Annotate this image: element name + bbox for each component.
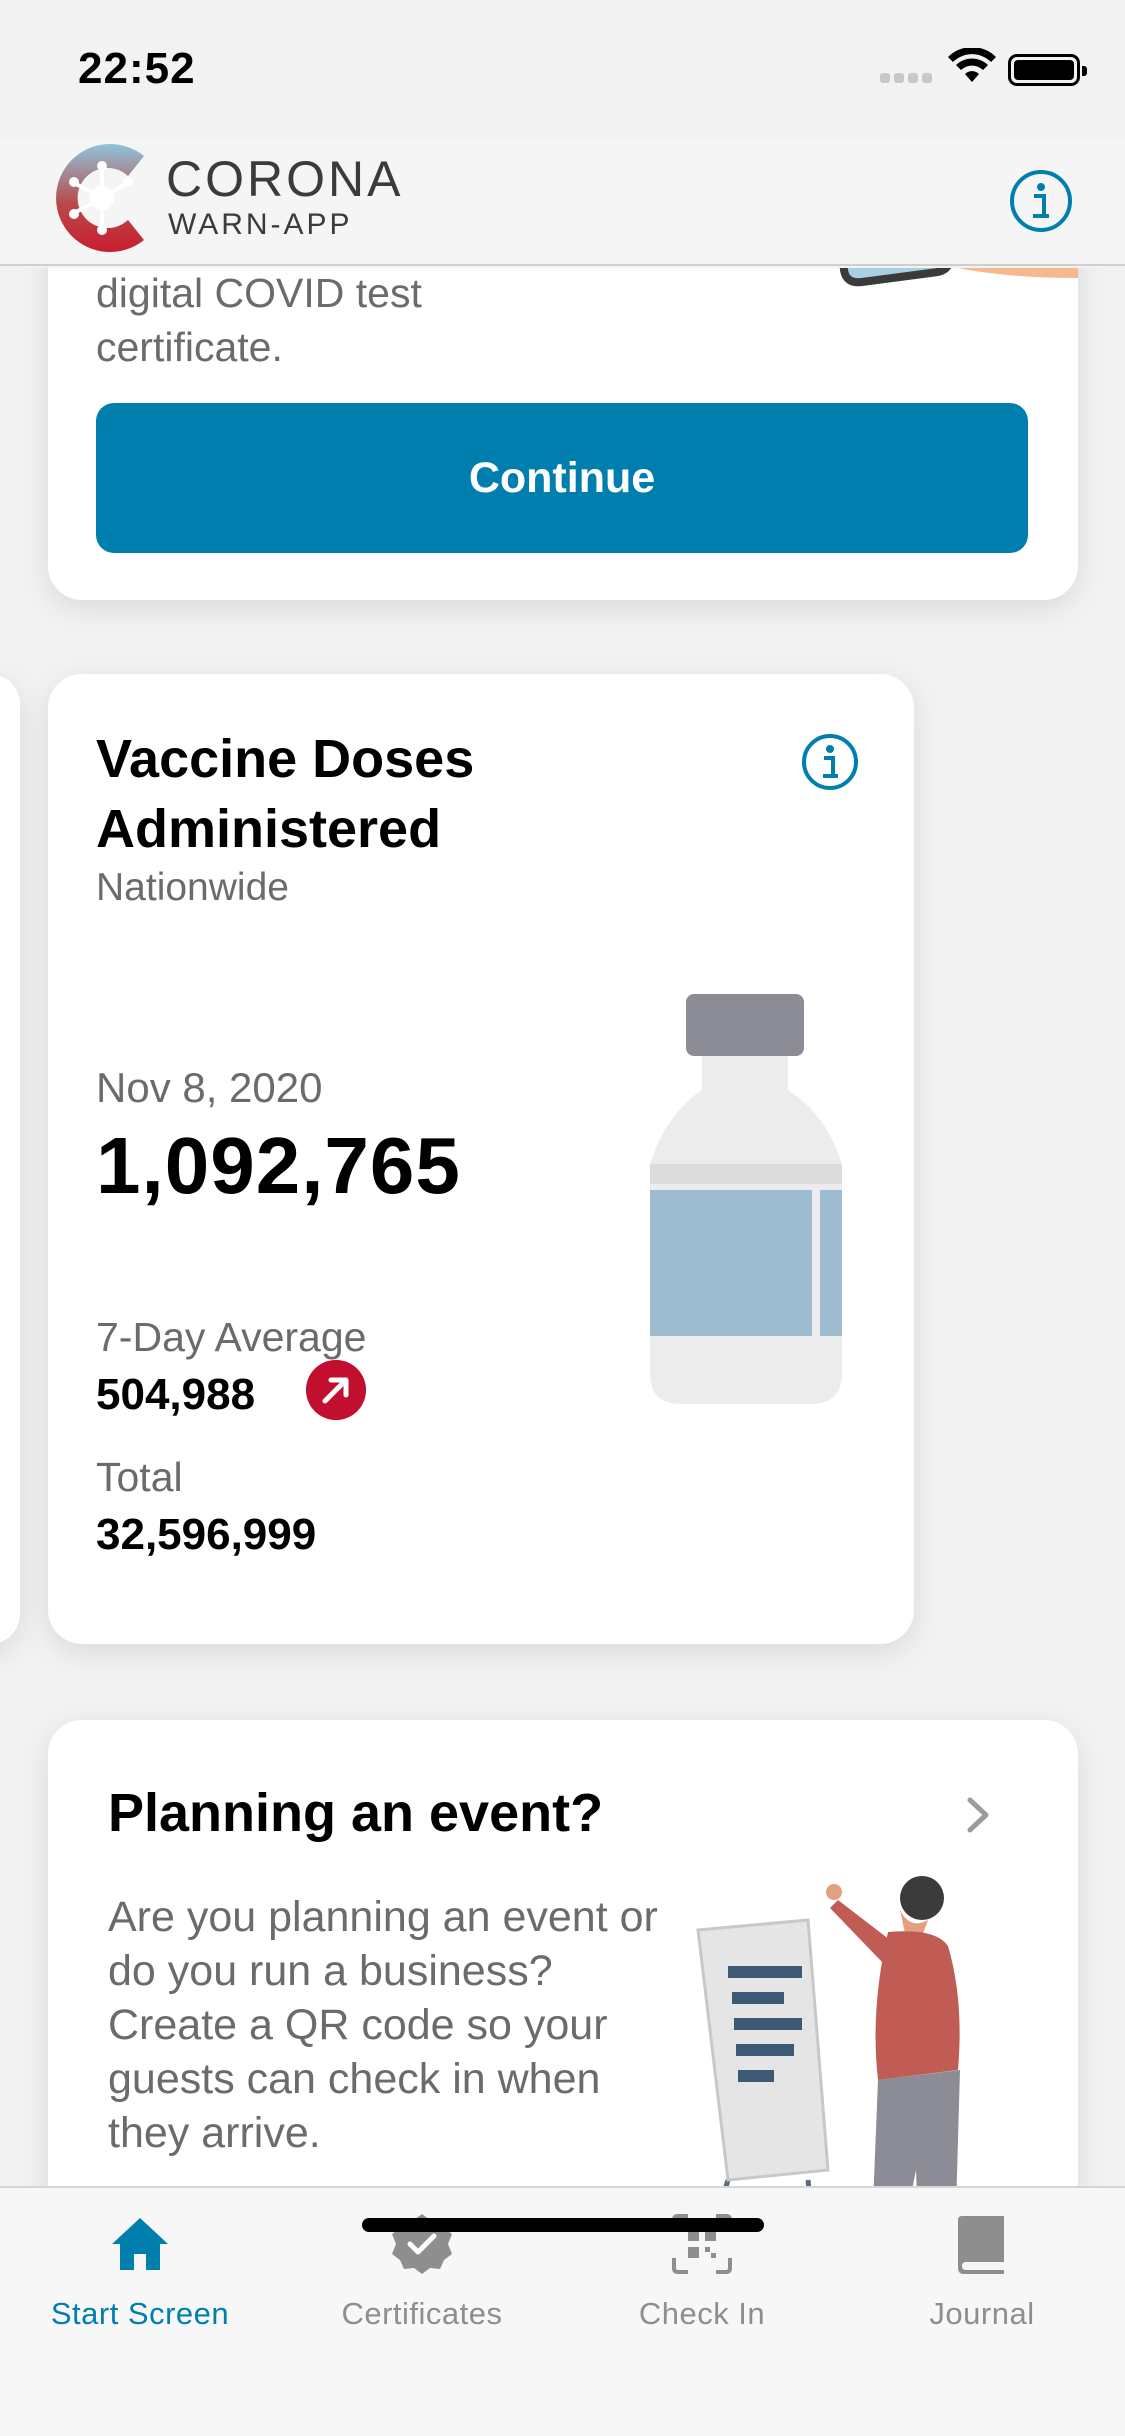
presenter-flipchart-illustration-icon [696,1876,960,2186]
event-card-title: Planning an event? [108,1783,604,1843]
planning-event-card[interactable]: Planning an event? Are you planning an e… [48,1720,1078,2186]
chevron-right-icon [967,1797,989,1833]
app-name-line2: WARN-APP [168,208,353,241]
vaccine-date: Nov 8, 2020 [96,1064,323,1111]
home-scroll-view[interactable]: digital COVID test certificate. Continue… [0,268,1125,2186]
total-label: Total [96,1454,183,1500]
battery-icon [1008,54,1087,86]
tab-label: Journal [929,2296,1035,2331]
tab-label: Certificates [341,2296,503,2331]
statistics-card-previous[interactable] [0,674,20,1644]
app-name-line1: CORONA [166,151,404,207]
test-certificate-card: digital COVID test certificate. Continue [48,268,1078,600]
info-icon[interactable] [800,732,860,792]
seven-day-average-value: 504,988 [96,1370,256,1419]
status-bar: 22:52 [0,0,1125,140]
home-icon [112,2218,168,2270]
tab-journal[interactable]: Journal [862,2212,1102,2332]
card-description-line1: digital COVID test [96,270,422,316]
tab-label: Start Screen [50,2296,230,2331]
continue-button[interactable]: Continue [96,403,1028,553]
vaccine-daily-value: 1,092,765 [96,1121,461,1210]
vaccine-card-subtitle: Nationwide [96,866,289,909]
home-indicator[interactable] [362,2218,764,2232]
vaccine-card-title: Vaccine Doses Administered [96,729,475,859]
card-description: digital COVID test certificate. [96,268,422,374]
cellular-signal-icon [880,70,936,83]
event-card-description: Are you planning an event or do you run … [108,1893,658,2157]
wifi-icon [948,48,996,82]
journal-icon [958,2216,1004,2274]
app-header: CORONA WARN-APP [0,140,1125,266]
seven-day-average-label: 7-Day Average [96,1314,367,1360]
tab-label: Check In [638,2296,766,2331]
total-value: 32,596,999 [96,1510,317,1559]
phone-illustration-icon [839,268,1078,287]
vaccine-vial-icon [650,994,842,1404]
tab-start-screen[interactable]: Start Screen [20,2212,260,2332]
corona-warn-app-logo-icon [56,144,144,252]
status-time: 22:52 [78,44,196,93]
vaccine-doses-card[interactable]: Vaccine Doses Administered Nationwide No… [48,674,914,1644]
trend-up-icon [306,1360,366,1420]
card-description-line2: certificate. [96,324,283,370]
info-icon[interactable] [1008,168,1074,234]
